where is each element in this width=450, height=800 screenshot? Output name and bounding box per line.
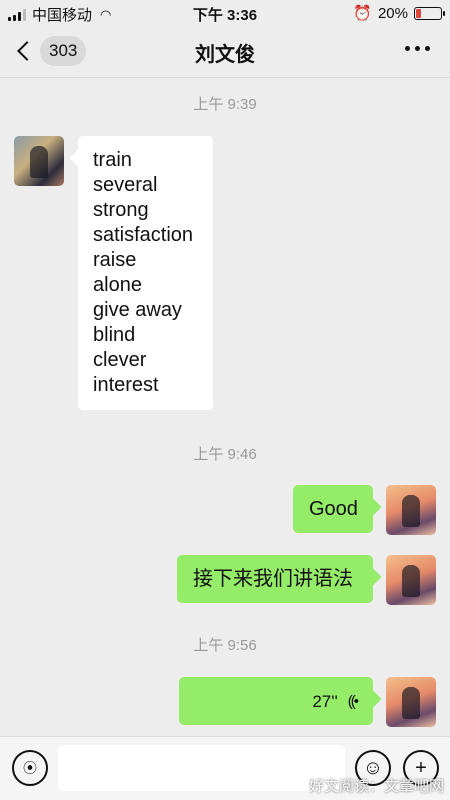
outgoing-message-bubble[interactable]: 接下来我们讲语法 (177, 555, 373, 603)
word-item: interest (93, 374, 159, 396)
battery-fill (416, 8, 421, 18)
more-dots-icon (405, 46, 410, 51)
voice-wave-icon: ((• (347, 692, 359, 710)
voice-mode-icon: ⦿ (23, 760, 37, 776)
battery-percent: 20% (377, 4, 408, 22)
message-input[interactable] (58, 745, 345, 791)
input-bar: ⦿ ☺ + 好文阅读：文章吧网 (0, 736, 450, 800)
word-item: several (93, 174, 158, 196)
user-avatar[interactable] (386, 555, 436, 605)
word-item: blind (93, 324, 136, 346)
voice-message-bubble[interactable]: 27'' ((• (179, 677, 373, 725)
voice-mode-button[interactable]: ⦿ (12, 750, 48, 786)
alarm-clock-icon: ⏰ (353, 5, 372, 22)
incoming-message-bubble[interactable]: train several strong satisfaction raise … (78, 136, 213, 410)
more-button[interactable] (405, 46, 430, 51)
status-bar: 中国移动 ◠ 下午 3:36 ⏰ 20% (0, 0, 450, 26)
word-item: alone (93, 274, 142, 296)
outgoing-message-bubble[interactable]: Good (293, 485, 373, 533)
chat-header: 303 刘文俊 (0, 26, 450, 78)
contact-avatar[interactable] (14, 136, 64, 186)
word-item: give away (93, 299, 182, 321)
battery-icon (414, 6, 445, 20)
status-right: ⏰ 20% (353, 4, 445, 22)
message-timestamp: 上午 9:46 (193, 446, 257, 463)
watermark: 好文阅读：文章吧网 (308, 778, 444, 795)
message-timestamp: 上午 9:39 (193, 96, 257, 113)
word-item: train (93, 149, 132, 171)
word-item: raise (93, 249, 137, 271)
word-item: clever (93, 349, 147, 371)
message-timestamp: 上午 9:56 (193, 637, 257, 654)
chat-title: 刘文俊 (195, 44, 255, 66)
word-item: satisfaction (93, 224, 194, 246)
user-avatar[interactable] (386, 485, 436, 535)
user-avatar[interactable] (386, 677, 436, 727)
voice-duration: 27'' (312, 691, 338, 711)
word-item: strong (93, 199, 149, 221)
